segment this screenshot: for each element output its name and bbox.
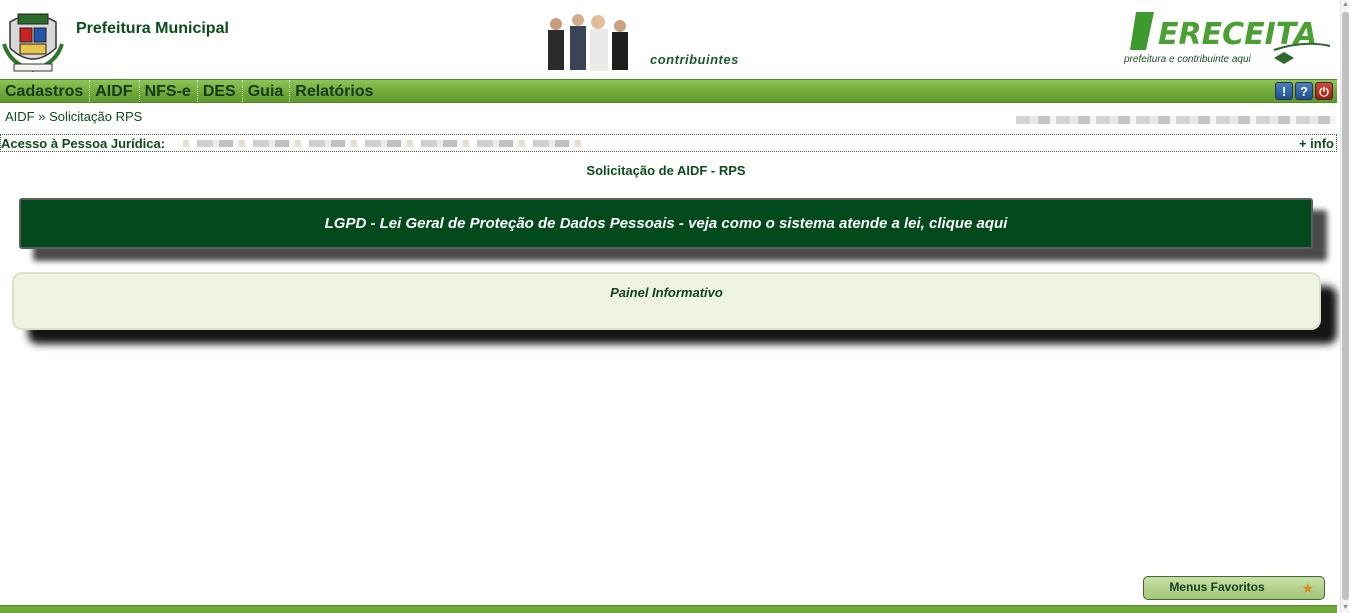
breadcrumb-current: Solicitação RPS [49, 109, 143, 124]
page: Prefeitura Municipal contribuintes ERECE… [0, 0, 1349, 613]
menu-item-cadastros[interactable]: Cadastros [0, 80, 91, 102]
menu-item-des[interactable]: DES [198, 80, 243, 102]
scroll-thumb[interactable] [1342, 12, 1349, 600]
redacted-session-info [1016, 116, 1336, 124]
access-label: Acesso à Pessoa Jurídica: [1, 136, 166, 151]
org-name: Prefeitura Municipal [76, 20, 229, 37]
svg-text:ERECEITA: ERECEITA [1158, 17, 1317, 52]
menu-item-nfse[interactable]: NFS-e [140, 80, 198, 102]
vertical-scrollbar[interactable]: ▲ ▼ [1340, 0, 1349, 613]
breadcrumb-aidf[interactable]: AIDF [5, 109, 35, 124]
favorites-menu-button[interactable]: Menus Favoritos ★ [1143, 576, 1325, 600]
menu-icons: ! ? ⏻ [1275, 82, 1333, 100]
menu-items: Cadastros AIDF NFS-e DES Guia Relatórios [0, 80, 380, 102]
info-panel: Painel Informativo [12, 272, 1321, 330]
exit-icon[interactable]: ⏻ [1315, 82, 1333, 100]
breadcrumb-separator: » [38, 109, 46, 124]
scroll-up-arrow-icon[interactable]: ▲ [1342, 0, 1349, 10]
page-title: Solicitação de AIDF - RPS [586, 163, 746, 178]
header: Prefeitura Municipal contribuintes ERECE… [0, 0, 1340, 80]
lgpd-banner-text: LGPD - Lei Geral de Proteção de Dados Pe… [324, 215, 1008, 232]
more-info-link[interactable]: + info [1299, 136, 1334, 151]
breadcrumb: AIDF » Solicitação RPS [5, 109, 142, 124]
footer-bar [0, 605, 1337, 613]
star-icon: ★ [1301, 580, 1314, 596]
info-icon[interactable]: ! [1275, 82, 1293, 100]
scroll-down-arrow-icon[interactable]: ▼ [1342, 603, 1349, 613]
menu-bar: Cadastros AIDF NFS-e DES Guia Relatórios… [0, 79, 1337, 103]
access-row: Acesso à Pessoa Jurídica: + info [0, 134, 1337, 152]
menu-item-relatorios[interactable]: Relatórios [290, 80, 379, 102]
brand-subtitle: prefeitura e contribuinte aqui [1124, 54, 1251, 65]
menu-item-guia[interactable]: Guia [243, 80, 291, 102]
favorites-label: Menus Favoritos [1169, 580, 1265, 594]
info-panel-title: Painel Informativo [610, 285, 723, 300]
tagline: contribuintes [650, 52, 739, 67]
lgpd-banner[interactable]: LGPD - Lei Geral de Proteção de Dados Pe… [19, 198, 1313, 249]
municipal-crest-icon [2, 13, 64, 73]
contributors-photo [548, 14, 628, 71]
redacted-company-info [183, 140, 583, 147]
help-icon[interactable]: ? [1295, 82, 1313, 100]
menu-item-aidf[interactable]: AIDF [90, 80, 140, 102]
